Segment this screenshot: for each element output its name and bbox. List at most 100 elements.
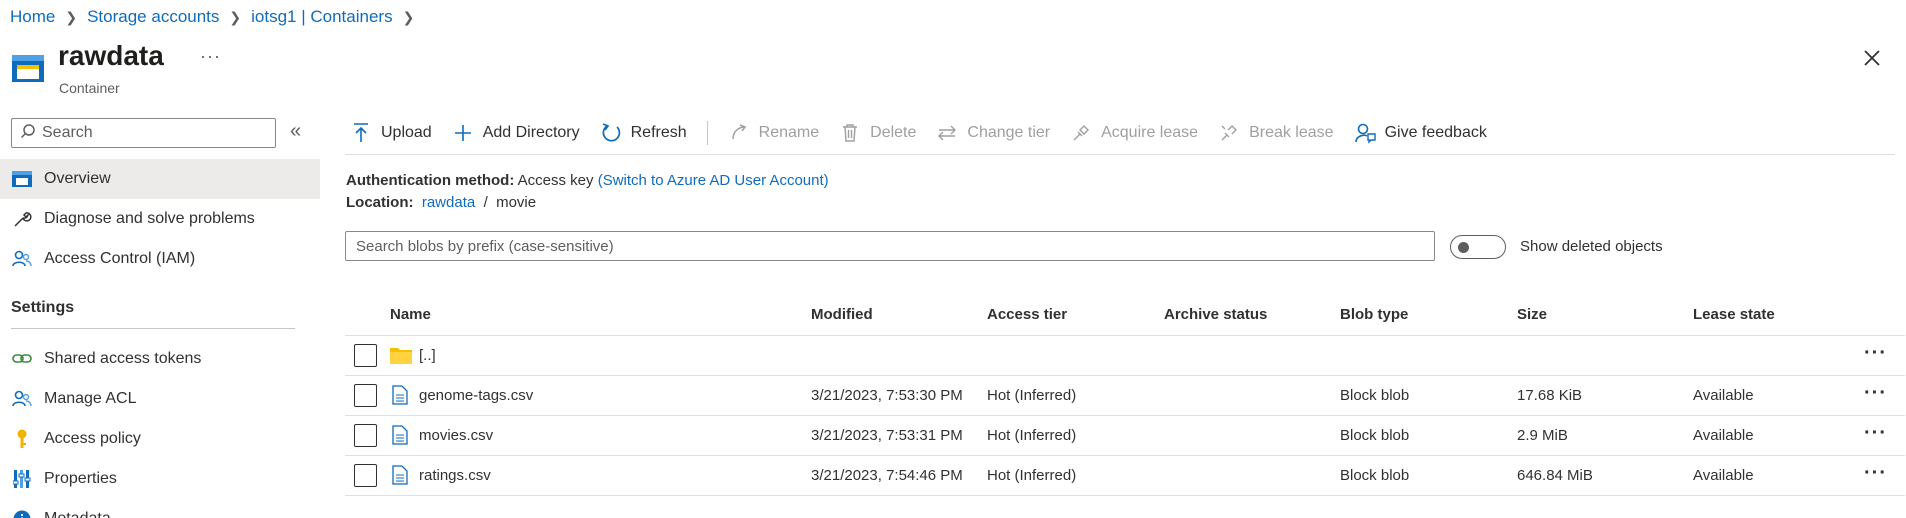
row-checkbox[interactable] [354, 384, 377, 407]
cell-lease-state: Available [1693, 427, 1754, 444]
add-directory-button[interactable]: Add Directory [452, 122, 580, 144]
cell-modified: 3/21/2023, 7:54:46 PM [811, 467, 963, 484]
table-row[interactable]: ratings.csv 3/21/2023, 7:54:46 PM Hot (I… [0, 456, 1906, 495]
location-root-link[interactable]: rawdata [422, 194, 475, 211]
plus-icon [452, 122, 474, 144]
rename-label: Rename [758, 124, 820, 141]
upload-label: Upload [381, 124, 432, 141]
table-row-parent[interactable]: [..] ··· [0, 336, 1906, 375]
location-label: Location: [346, 194, 414, 211]
trash-icon [839, 122, 861, 144]
cell-blob-type: Block blob [1340, 387, 1410, 404]
break-lease-button[interactable]: Break lease [1218, 122, 1334, 144]
switch-auth-link[interactable]: (Switch to Azure AD User Account) [598, 172, 829, 189]
sidebar-item-overview[interactable]: Overview [0, 159, 320, 199]
more-options-icon[interactable]: ··· [200, 46, 221, 67]
give-feedback-label: Give feedback [1384, 124, 1487, 141]
column-header-size[interactable]: Size [1517, 306, 1547, 323]
column-header-access-tier[interactable]: Access tier [987, 306, 1067, 323]
acquire-lease-button[interactable]: Acquire lease [1070, 122, 1198, 144]
row-checkbox[interactable] [354, 424, 377, 447]
row-more-icon[interactable]: ··· [1864, 382, 1887, 405]
cell-access-tier: Hot (Inferred) [987, 387, 1077, 404]
sidebar-search-placeholder: Search [42, 124, 93, 141]
auth-method-label: Authentication method: [346, 172, 515, 189]
column-header-name[interactable]: Name [390, 306, 431, 323]
parent-directory-link[interactable]: [..] [419, 347, 436, 364]
break-lease-label: Break lease [1249, 124, 1334, 141]
auth-method: Authentication method: Access key (Switc… [346, 172, 829, 189]
chevron-right-icon: ❯ [402, 8, 415, 25]
table-row[interactable]: genome-tags.csv 3/21/2023, 7:53:30 PM Ho… [0, 376, 1906, 415]
table-divider [345, 495, 1905, 496]
chevron-right-icon: ❯ [229, 8, 242, 25]
rename-button[interactable]: Rename [728, 122, 819, 144]
wrench-icon [11, 208, 33, 230]
blob-search-input[interactable]: Search blobs by prefix (case-sensitive) [345, 231, 1435, 261]
row-checkbox[interactable] [354, 464, 377, 487]
command-bar: Upload Add Directory Refresh Rename Dele… [350, 118, 1507, 148]
breadcrumb-home[interactable]: Home [10, 7, 55, 27]
sidebar-section-settings: Settings [11, 299, 75, 316]
page-subtitle: Container [59, 80, 120, 96]
sidebar-item-label: Access Control (IAM) [44, 250, 196, 267]
toolbar-divider-line [345, 154, 1895, 155]
location-folder: movie [496, 194, 537, 211]
refresh-icon [600, 122, 622, 144]
file-icon [392, 385, 408, 409]
cell-modified: 3/21/2023, 7:53:30 PM [811, 387, 963, 404]
cell-blob-type: Block blob [1340, 467, 1410, 484]
cell-size: 17.68 KiB [1517, 387, 1583, 404]
sidebar-item-label: Diagnose and solve problems [44, 210, 255, 227]
break-lease-icon [1218, 122, 1240, 144]
sidebar-item-metadata[interactable]: Metadata [0, 499, 320, 518]
info-icon [11, 508, 33, 518]
location-separator: / [483, 194, 488, 211]
close-icon[interactable] [1860, 46, 1884, 70]
refresh-button[interactable]: Refresh [600, 122, 687, 144]
blob-name-link[interactable]: movies.csv [419, 427, 493, 444]
auth-method-value: Access key [517, 172, 594, 189]
row-more-icon[interactable]: ··· [1864, 422, 1887, 445]
cell-modified: 3/21/2023, 7:53:31 PM [811, 427, 963, 444]
feedback-icon [1354, 122, 1376, 144]
sidebar-item-iam[interactable]: Access Control (IAM) [0, 239, 320, 279]
sidebar-item-diagnose[interactable]: Diagnose and solve problems [0, 199, 320, 239]
change-tier-button[interactable]: Change tier [936, 122, 1050, 144]
collapse-sidebar-icon[interactable]: « [290, 120, 301, 143]
sidebar-search-input[interactable]: Search [11, 118, 276, 148]
upload-button[interactable]: Upload [350, 122, 432, 144]
cell-lease-state: Available [1693, 387, 1754, 404]
blob-name-link[interactable]: genome-tags.csv [419, 387, 533, 404]
acquire-lease-label: Acquire lease [1101, 124, 1199, 141]
table-row[interactable]: movies.csv 3/21/2023, 7:53:31 PM Hot (In… [0, 416, 1906, 455]
breadcrumb-storage-accounts[interactable]: Storage accounts [87, 7, 219, 27]
change-tier-label: Change tier [967, 124, 1051, 141]
cell-lease-state: Available [1693, 467, 1754, 484]
column-header-blob-type[interactable]: Blob type [1340, 306, 1408, 323]
show-deleted-toggle[interactable] [1450, 235, 1506, 259]
column-header-modified[interactable]: Modified [811, 306, 873, 323]
cell-size: 646.84 MiB [1517, 467, 1593, 484]
row-more-icon[interactable]: ··· [1864, 462, 1887, 485]
delete-label: Delete [870, 124, 917, 141]
page-title: rawdata [58, 40, 164, 71]
lease-icon [1070, 122, 1092, 144]
show-deleted-label: Show deleted objects [1520, 238, 1663, 255]
cell-size: 2.9 MiB [1517, 427, 1568, 444]
swap-icon [936, 122, 958, 144]
cell-access-tier: Hot (Inferred) [987, 467, 1077, 484]
breadcrumb-containers[interactable]: iotsg1 | Containers [251, 7, 392, 27]
give-feedback-button[interactable]: Give feedback [1354, 122, 1487, 144]
blob-name-link[interactable]: ratings.csv [419, 467, 491, 484]
row-checkbox[interactable] [354, 344, 377, 367]
cell-access-tier: Hot (Inferred) [987, 427, 1077, 444]
column-header-archive-status[interactable]: Archive status [1164, 306, 1267, 323]
column-header-lease-state[interactable]: Lease state [1693, 306, 1775, 323]
row-more-icon[interactable]: ··· [1864, 342, 1887, 365]
location: Location: rawdata / movie [346, 194, 536, 211]
delete-button[interactable]: Delete [839, 122, 916, 144]
people-icon [11, 248, 33, 270]
search-icon [20, 123, 36, 143]
file-icon [392, 465, 408, 489]
